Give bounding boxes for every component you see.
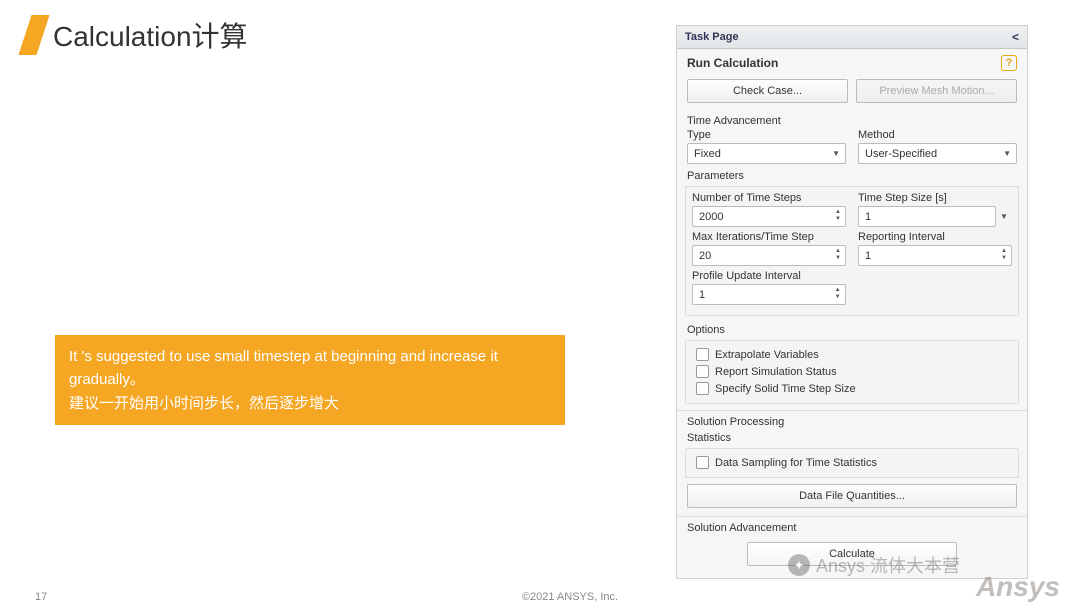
step-size-input[interactable]: 1 [858,206,996,227]
profile-interval-value: 1 [699,289,705,301]
extrapolate-row[interactable]: Extrapolate Variables [692,346,1012,363]
max-iter-value: 20 [699,250,711,262]
num-steps-value: 2000 [699,211,723,223]
solution-advancement-group: Solution Advancement [685,520,1019,536]
time-advancement-group: Time Advancement Type Fixed Method User-… [685,113,1019,404]
data-sampling-checkbox[interactable] [696,456,709,469]
solid-step-label: Specify Solid Time Step Size [715,383,856,395]
report-status-checkbox[interactable] [696,365,709,378]
options-label: Options [685,322,1019,338]
page-number: 17 [35,591,95,603]
num-steps-label: Number of Time Steps [692,192,846,204]
slide-title-area: Calculation计算 [25,15,248,55]
profile-interval-label: Profile Update Interval [692,270,846,282]
type-value: Fixed [694,148,721,160]
report-interval-label: Reporting Interval [858,231,1012,243]
solid-step-row[interactable]: Specify Solid Time Step Size [692,380,1012,397]
solution-advancement-label: Solution Advancement [685,520,1019,536]
method-label: Method [858,129,1017,141]
max-iter-label: Max Iterations/Time Step [692,231,846,243]
method-select[interactable]: User-Specified [858,143,1017,164]
num-steps-input[interactable]: 2000 [692,206,846,227]
time-advancement-label: Time Advancement [685,113,1019,129]
report-interval-input[interactable]: 1 [858,245,1012,266]
tip-line-2: 建议一开始用小时间步长，然后逐步增大 [69,392,551,415]
help-icon[interactable]: ? [1001,55,1017,71]
footer: 17 ©2021 ANSYS, Inc. [0,591,1080,603]
data-sampling-row[interactable]: Data Sampling for Time Statistics [692,454,1012,471]
type-select[interactable]: Fixed [687,143,846,164]
check-case-button[interactable]: Check Case... [687,79,848,103]
run-calculation-title-row: Run Calculation ? [677,49,1027,75]
step-size-label: Time Step Size [s] [858,192,1012,204]
profile-interval-input[interactable]: 1 [692,284,846,305]
parameters-subgroup: Number of Time Steps 2000 Time Step Size… [685,186,1019,316]
parameters-label: Parameters [685,168,1019,184]
watermark: ✦ Ansys 流体大本营 [788,552,960,578]
run-calculation-title: Run Calculation [687,56,778,70]
solution-processing-group: Solution Processing Statistics Data Samp… [685,414,1019,478]
step-size-dropdown-icon[interactable]: ▼ [996,212,1012,221]
report-interval-value: 1 [865,250,871,262]
extrapolate-label: Extrapolate Variables [715,349,819,361]
solution-processing-label: Solution Processing [685,414,1019,430]
step-size-value: 1 [865,211,871,223]
title-accent-slash [19,15,50,55]
collapse-icon[interactable]: < [1012,30,1019,44]
statistics-subgroup: Data Sampling for Time Statistics [685,448,1019,478]
preview-mesh-motion-button: Preview Mesh Motion... [856,79,1017,103]
statistics-label: Statistics [685,430,1019,446]
wechat-icon: ✦ [788,554,810,576]
task-page-header: Task Page < [677,26,1027,49]
type-label: Type [687,129,846,141]
watermark-text: Ansys 流体大本营 [816,552,960,578]
data-sampling-label: Data Sampling for Time Statistics [715,457,877,469]
extrapolate-checkbox[interactable] [696,348,709,361]
method-value: User-Specified [865,148,937,160]
data-file-quantities-button[interactable]: Data File Quantities... [687,484,1017,508]
options-subgroup: Extrapolate Variables Report Simulation … [685,340,1019,404]
slide-title: Calculation计算 [53,15,248,55]
report-status-label: Report Simulation Status [715,366,837,378]
tip-line-1: It 's suggested to use small timestep at… [69,345,551,392]
solid-step-checkbox[interactable] [696,382,709,395]
task-page-header-label: Task Page [685,31,739,43]
report-status-row[interactable]: Report Simulation Status [692,363,1012,380]
tip-callout: It 's suggested to use small timestep at… [55,335,565,425]
copyright: ©2021 ANSYS, Inc. [95,591,1045,603]
max-iter-input[interactable]: 20 [692,245,846,266]
task-page-panel: Task Page < Run Calculation ? Check Case… [676,25,1028,579]
